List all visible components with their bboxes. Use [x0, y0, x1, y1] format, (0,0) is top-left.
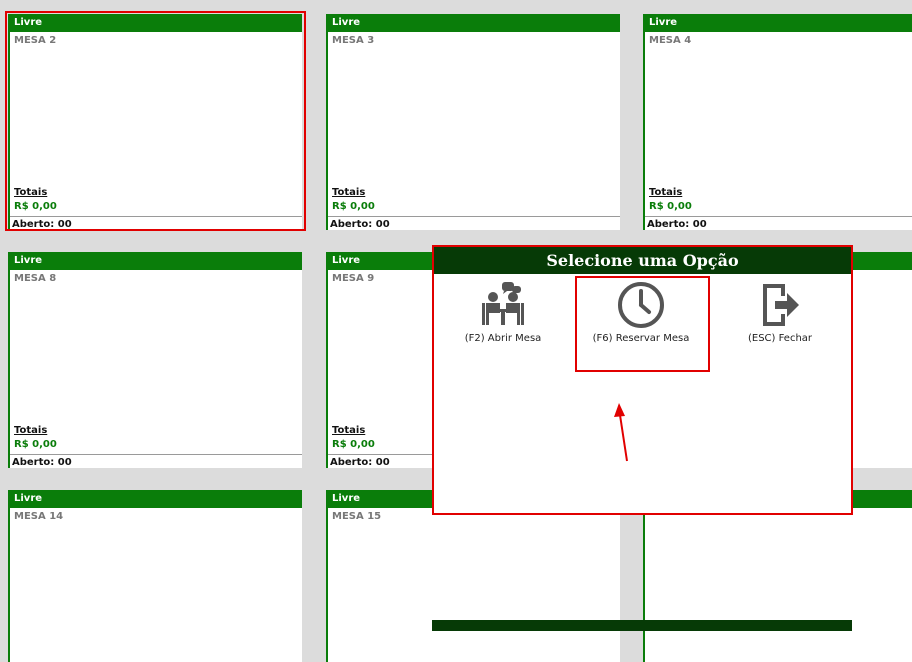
total-value: R$ 0,00	[332, 201, 375, 212]
dialog-title: Selecione uma Opção	[434, 247, 851, 274]
table-status: Livre	[328, 14, 620, 32]
close-dialog-button[interactable]: (ESC) Fechar	[715, 281, 845, 344]
table-name: MESA 14	[14, 511, 64, 522]
arrow-annotation-icon	[614, 403, 628, 462]
open-count: Aberto: 00	[647, 219, 707, 230]
dialog-bottom-bar	[432, 620, 852, 631]
close-dialog-label: (ESC) Fechar	[747, 333, 813, 344]
open-count: Aberto: 00	[330, 219, 390, 230]
meeting-people-icon	[482, 282, 524, 325]
total-value: R$ 0,00	[649, 201, 692, 212]
table-name: MESA 4	[649, 35, 692, 46]
selection-highlight	[5, 11, 306, 231]
table-status: Livre	[645, 14, 912, 32]
table-status: Livre	[10, 252, 302, 270]
totals-label: Totais	[14, 425, 48, 436]
table-card-hidden-2[interactable]	[643, 490, 912, 662]
totals-label: Totais	[649, 187, 683, 198]
total-value: R$ 0,00	[14, 439, 57, 450]
open-count: Aberto: 00	[12, 457, 72, 468]
divider	[328, 216, 620, 217]
table-status: Livre	[10, 490, 302, 508]
table-card-mesa-8[interactable]: Livre MESA 8 Totais R$ 0,00 Aberto: 00	[8, 252, 302, 468]
table-card-mesa-14[interactable]: Livre MESA 14	[8, 490, 302, 662]
total-value: R$ 0,00	[332, 439, 375, 450]
exit-icon	[763, 284, 799, 326]
divider	[645, 216, 912, 217]
table-name: MESA 3	[332, 35, 375, 46]
table-card-mesa-3[interactable]: Livre MESA 3 Totais R$ 0,00 Aberto: 00	[326, 14, 620, 230]
table-card-mesa-15[interactable]: Livre MESA 15	[326, 490, 620, 662]
option-highlight	[575, 276, 710, 372]
table-name: MESA 8	[14, 273, 57, 284]
totals-label: Totais	[332, 187, 366, 198]
table-card-mesa-4[interactable]: Livre MESA 4 Totais R$ 0,00 Aberto: 00	[643, 14, 912, 230]
option-dialog: Selecione uma Opção (F2) Abrir Mesa (F6)…	[432, 245, 853, 515]
open-count: Aberto: 00	[330, 457, 390, 468]
open-table-label: (F2) Abrir Mesa	[464, 333, 542, 344]
divider	[10, 454, 302, 455]
totals-label: Totais	[332, 425, 366, 436]
open-table-button[interactable]: (F2) Abrir Mesa	[438, 281, 568, 344]
